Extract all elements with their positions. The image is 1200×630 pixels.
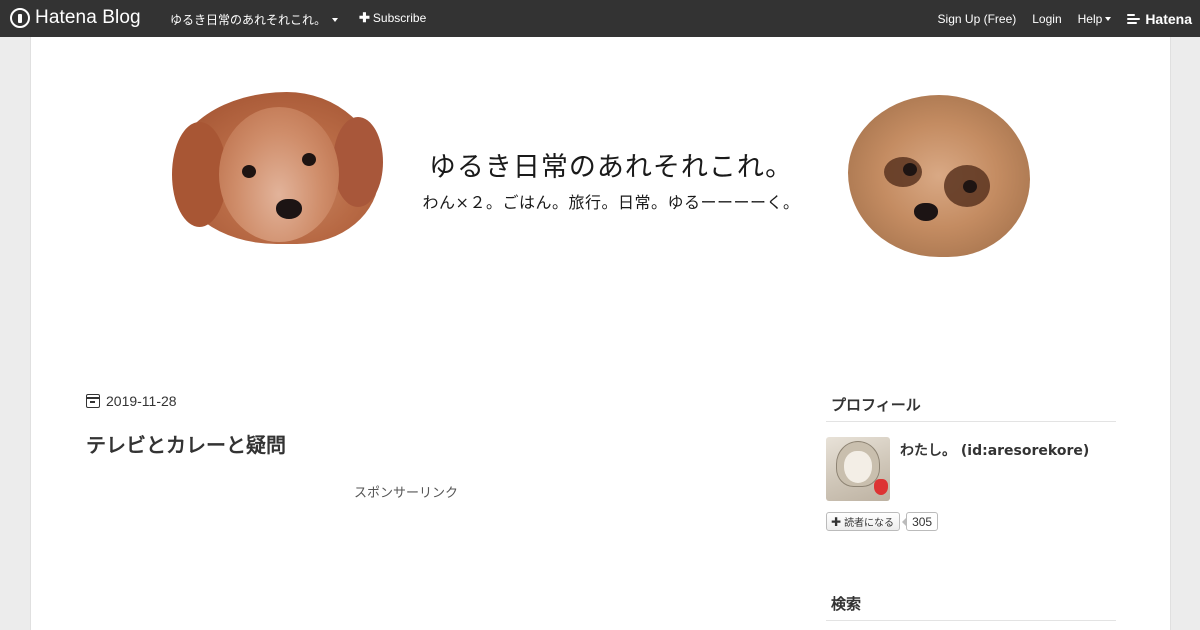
reader-subscribe: ✚ 読者になる 305 [826,512,939,531]
subscribe-reader-button[interactable]: ✚ 読者になる [826,512,901,531]
dog-right-image [848,95,1030,257]
plus-icon: ✚ [359,10,370,25]
entry-date-text: 2019-11-28 [106,393,177,409]
plus-icon: ✚ [831,514,842,529]
dog-left-image [172,92,383,244]
subscriber-count: 305 [902,512,939,531]
hatena-logo-link[interactable]: Hatena [1127,11,1192,27]
sponsored-link-label: スポンサーリンク [353,486,458,501]
calendar-icon [86,394,100,408]
hatena-blog-logo-text: Hatena Blog [35,7,141,28]
blog-name-label: ゆるき日常のあれそれこれ。 [170,13,327,27]
profile-module-title: プロフィール [826,394,1116,422]
hatena-logo-text: Hatena [1145,10,1192,27]
subscribe-link[interactable]: ✚ Subscribe [359,11,426,25]
hatena-logo-icon [1127,13,1141,25]
entry-date[interactable]: 2019-11-28 [86,393,177,409]
login-link[interactable]: Login [1032,12,1061,26]
profile-name[interactable]: わたし。 (id:aresorekore) [900,440,1089,460]
avatar[interactable] [826,437,890,501]
top-navigation-bar: Hatena Blog ゆるき日常のあれそれこれ。 ✚ Subscribe Si… [0,0,1200,37]
blog-header-image[interactable]: ゆるき日常のあれそれこれ。 わん×２。ごはん。旅行。日常。ゆるーーーーく。 [31,37,1172,337]
help-dropdown[interactable]: Help [1078,12,1112,26]
chevron-down-icon [332,17,339,22]
subscribe-label: Subscribe [372,11,427,25]
blog-name-dropdown[interactable]: ゆるき日常のあれそれこれ。 [170,11,339,28]
signup-link[interactable]: Sign Up (Free) [938,12,1017,26]
topbar-right-links: Sign Up (Free) Login Help Hatena [938,0,1200,37]
entry-title[interactable]: テレビとカレーと疑問 [86,429,286,458]
hatena-blog-logo[interactable]: Hatena Blog [10,7,141,29]
chevron-down-icon [1105,16,1112,21]
search-module-title: 検索 [826,593,1116,621]
page-container: ゆるき日常のあれそれこれ。 わん×２。ごはん。旅行。日常。ゆるーーーーく。 20… [30,37,1171,630]
help-label: Help [1077,11,1103,26]
hatena-blog-logo-icon [10,8,30,28]
blog-description: わん×２。ごはん。旅行。日常。ゆるーーーーく。 [422,193,800,212]
subscribe-reader-label: 読者になる [844,518,895,529]
blog-title[interactable]: ゆるき日常のあれそれこれ。 [411,145,811,184]
